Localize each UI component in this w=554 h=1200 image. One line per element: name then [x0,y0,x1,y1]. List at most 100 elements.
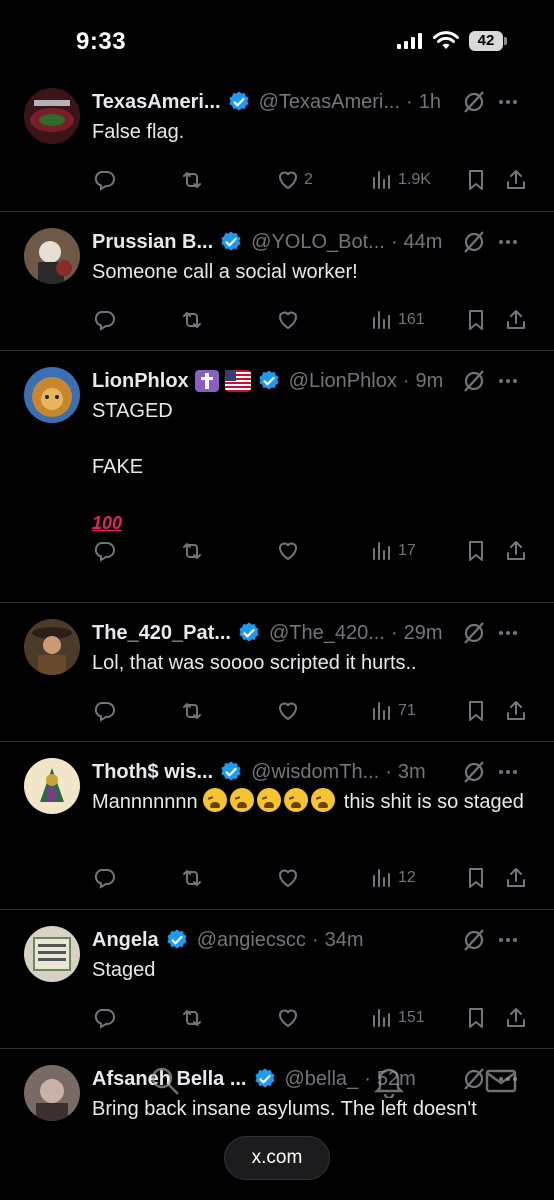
like-count: 2 [304,171,313,188]
grok-icon[interactable] [462,230,486,254]
views-button[interactable]: 71 [370,697,416,725]
post-time[interactable]: 1h [419,91,441,114]
post-text: False flag. [92,121,185,143]
share-button[interactable] [504,1004,528,1032]
like-button[interactable] [276,697,300,725]
post-time[interactable]: 44m [404,231,443,254]
repost-button[interactable] [180,306,204,334]
notifications-tab-icon[interactable] [372,1064,406,1098]
grok-icon[interactable] [462,621,486,645]
reply-button[interactable] [92,537,116,565]
repost-button[interactable] [180,537,204,565]
post[interactable]: LionPhlox @LionPhlox · 9m STAGED FAKE 10… [0,351,554,603]
post[interactable]: Angela @angiecscc · 34m Staged 151 [0,910,554,1049]
bookmark-icon [469,1008,483,1028]
repost-button[interactable] [180,697,204,725]
reply-button[interactable] [92,306,116,334]
avatar[interactable] [24,926,80,982]
share-button[interactable] [504,306,528,334]
grok-icon[interactable] [462,928,486,952]
more-options-icon[interactable] [496,230,520,254]
like-button[interactable] [276,864,300,892]
status-bar: 9:33 42 [0,0,554,80]
post-text-start: Mannnnnnn [92,791,204,813]
bookmark-button[interactable] [464,697,488,725]
avatar[interactable] [24,758,80,814]
view-count: 12 [398,869,416,886]
user-handle[interactable]: @TexasAmeri... [259,91,400,114]
user-handle[interactable]: @angiecscc [197,929,306,952]
views-button[interactable]: 12 [370,864,416,892]
reply-icon [94,171,115,191]
post-actions: 151 [92,1004,532,1032]
bookmark-button[interactable] [464,1004,488,1032]
post[interactable]: Prussian B... @YOLO_Bot... · 44m Someone… [0,212,554,351]
post[interactable]: The_420_Pat... @The_420... · 29m Lol, th… [0,603,554,742]
grok-icon[interactable] [462,760,486,784]
repost-button[interactable] [180,1004,204,1032]
bookmark-icon [469,170,483,190]
repost-button[interactable] [180,166,204,194]
share-button[interactable] [504,864,528,892]
search-tab-icon[interactable] [148,1064,182,1098]
reply-button[interactable] [92,864,116,892]
display-name[interactable]: The_420_Pat... [92,622,231,645]
url-bar[interactable]: x.com [224,1136,330,1180]
views-icon [373,869,390,887]
verified-badge-icon [259,370,279,390]
post-time[interactable]: 9m [416,370,444,393]
battery-icon: 42 [469,31,507,51]
avatar[interactable] [24,228,80,284]
display-name[interactable]: Prussian B... [92,231,213,254]
bookmark-button[interactable] [464,306,488,334]
like-button[interactable] [276,537,300,565]
user-handle[interactable]: @wisdomTh... [251,761,379,784]
more-options-icon[interactable] [496,621,520,645]
hundred-points-emoji: 100 [92,513,123,533]
post-actions: 17 [92,537,532,565]
bookmark-button[interactable] [464,864,488,892]
post[interactable]: Thoth$ wis... @wisdomTh... · 3m Mannnnnn… [0,742,554,910]
reply-button[interactable] [92,1004,116,1032]
user-handle[interactable]: @YOLO_Bot... [251,231,385,254]
like-button[interactable] [276,1004,300,1032]
more-options-icon[interactable] [496,760,520,784]
display-name[interactable]: LionPhlox [92,370,189,393]
user-handle[interactable]: @LionPhlox [289,370,397,393]
post-time[interactable]: 3m [398,761,426,784]
grok-icon[interactable] [462,90,486,114]
like-button[interactable] [276,306,300,334]
post-time[interactable]: 29m [404,622,443,645]
share-button[interactable] [504,537,528,565]
more-options-icon[interactable] [496,369,520,393]
views-button[interactable]: 1.9K [370,166,431,194]
more-options-icon[interactable] [496,90,520,114]
repost-button[interactable] [180,864,204,892]
bookmark-icon [469,310,483,330]
display-name[interactable]: Thoth$ wis... [92,761,213,784]
like-button[interactable]: 2 [276,166,313,194]
reply-icon [94,311,115,331]
views-button[interactable]: 151 [370,1004,425,1032]
bookmark-button[interactable] [464,166,488,194]
share-icon [507,868,525,887]
reply-button[interactable] [92,166,116,194]
avatar[interactable] [24,88,80,144]
more-options-icon[interactable] [496,928,520,952]
bookmark-button[interactable] [464,537,488,565]
share-button[interactable] [504,166,528,194]
views-button[interactable]: 17 [370,537,416,565]
bookmark-icon [469,541,483,561]
messages-tab-icon[interactable] [484,1064,518,1098]
post-time[interactable]: 34m [325,929,364,952]
grok-icon[interactable] [462,369,486,393]
views-button[interactable]: 161 [370,306,425,334]
reply-button[interactable] [92,697,116,725]
display-name[interactable]: Angela [92,929,159,952]
user-handle[interactable]: @The_420... [269,622,385,645]
post[interactable]: TexasAmeri... @TexasAmeri... · 1h False … [0,72,554,212]
avatar[interactable] [24,367,80,423]
share-button[interactable] [504,697,528,725]
avatar[interactable] [24,619,80,675]
display-name[interactable]: TexasAmeri... [92,91,221,114]
